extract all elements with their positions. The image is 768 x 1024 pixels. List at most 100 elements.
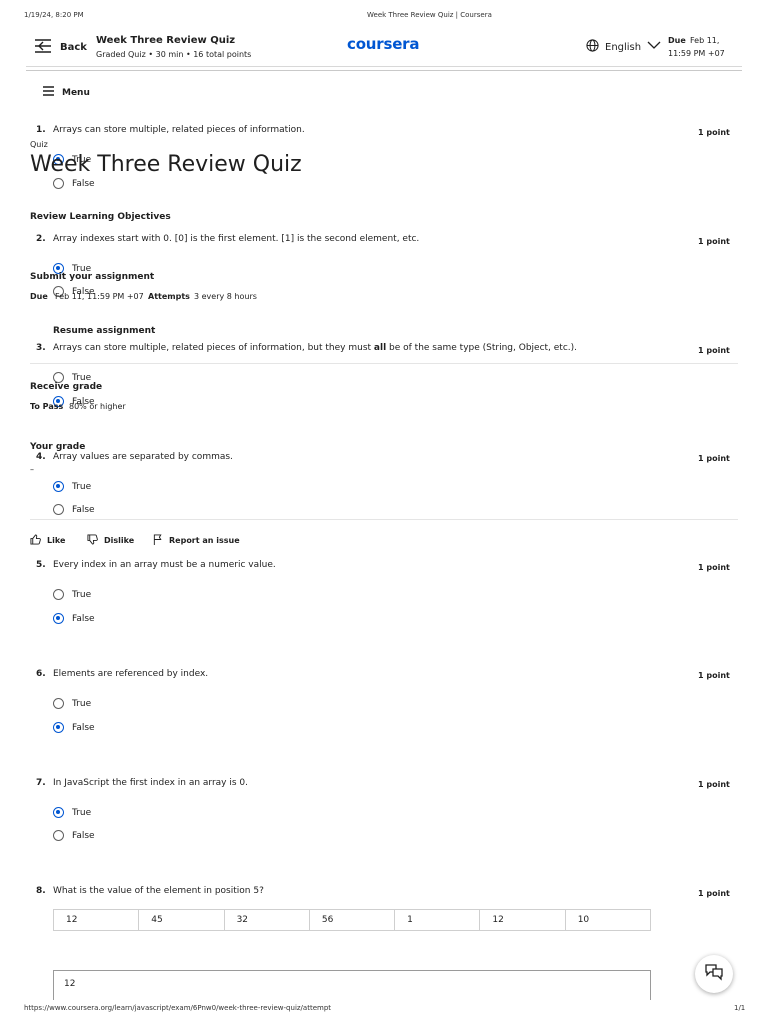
question-points: 1 point (698, 454, 730, 463)
resume-assignment-button[interactable]: Resume assignment (53, 326, 155, 336)
flag-icon (153, 534, 163, 547)
question-number: 8. (36, 886, 46, 896)
language-label: English (605, 41, 642, 53)
answer-input[interactable]: 12 (53, 970, 651, 1000)
quiz-meta: Graded Quiz • 30 min • 16 total points (96, 50, 252, 59)
print-doc-title: Week Three Review Quiz | Coursera (367, 11, 492, 19)
divider (30, 519, 738, 520)
radio-icon[interactable] (53, 504, 64, 515)
question-text: Arrays can store multiple, related piece… (53, 125, 305, 135)
option-label: False (72, 504, 95, 515)
question-text-emphasis: all (373, 343, 387, 353)
report-label: Report an issue (169, 536, 240, 545)
overlay-due-label: Due (30, 292, 48, 301)
chevron-down-icon (647, 41, 661, 53)
like-button[interactable]: Like (30, 534, 65, 547)
hamburger-icon (43, 86, 54, 99)
radio-icon[interactable] (53, 589, 64, 600)
question-number: 5. (36, 560, 46, 570)
question-points: 1 point (698, 889, 730, 898)
option-label: False (72, 830, 95, 841)
question-text: Every index in an array must be a numeri… (53, 560, 276, 570)
option-false[interactable]: False (53, 722, 95, 733)
option-true[interactable]: True (53, 589, 91, 600)
print-url: https://www.coursera.org/learn/javascrip… (24, 1004, 332, 1012)
due-date: Feb 11, (690, 36, 720, 45)
array-cell: 10 (577, 915, 590, 925)
question-text-part: Arrays can store multiple, related piece… (53, 343, 374, 353)
question-text: What is the value of the element in posi… (53, 886, 264, 896)
language-selector[interactable]: English (586, 39, 661, 55)
radio-icon[interactable] (53, 178, 64, 189)
radio-selected-icon[interactable] (53, 807, 64, 818)
dislike-button[interactable]: Dislike (87, 534, 134, 547)
quiz-heading: Week Three Review Quiz (30, 152, 302, 177)
receive-grade-heading: Receive grade (30, 382, 103, 392)
option-true[interactable]: True (53, 807, 91, 818)
quiz-kicker: Quiz (30, 140, 48, 149)
attempts-value: 3 every 8 hours (194, 292, 257, 301)
array-cell: 32 (225, 910, 310, 930)
array-cell: 45 (139, 910, 225, 930)
question-text-part: be of the same type (String, Object, etc… (386, 343, 578, 353)
array-cell: 1 (395, 910, 481, 930)
option-false[interactable]: False (53, 830, 95, 841)
review-objectives-link[interactable]: Review Learning Objectives (30, 212, 171, 222)
to-pass-value: 80% or higher (69, 402, 126, 411)
radio-selected-icon[interactable] (53, 613, 64, 624)
your-grade-heading: Your grade (30, 442, 86, 452)
array-cell: 56 (310, 910, 396, 930)
question-points: 1 point (698, 346, 730, 355)
divider (30, 363, 738, 364)
menu-label: Menu (62, 87, 90, 98)
question-points: 1 point (698, 671, 730, 680)
question-points: 1 point (698, 563, 730, 572)
header-divider-2 (26, 70, 742, 71)
option-false[interactable]: False (53, 504, 95, 515)
like-label: Like (47, 536, 66, 545)
back-button[interactable]: Back (34, 38, 87, 56)
chat-button[interactable] (695, 955, 733, 993)
print-datetime: 1/19/24, 8:20 PM (24, 11, 84, 19)
option-label: True (72, 481, 92, 492)
option-label: False (72, 722, 95, 733)
grade-value: – (30, 465, 34, 474)
attempts-label: Attempts (148, 292, 190, 301)
page-title: Week Three Review Quiz (96, 35, 236, 46)
thumbs-up-icon (30, 534, 41, 547)
dislike-label: Dislike (104, 536, 135, 545)
option-label: True (72, 807, 92, 818)
question-number: 7. (36, 778, 46, 788)
question-number: 1. (36, 125, 46, 135)
submit-heading: Submit your assignment (30, 272, 155, 282)
option-label: True (72, 698, 92, 709)
option-label: False (72, 613, 95, 624)
option-true[interactable]: True (53, 481, 91, 492)
option-label: False (72, 178, 95, 189)
question-text: Elements are referenced by index. (53, 669, 209, 679)
chat-bubble-icon (704, 963, 724, 985)
thumbs-down-icon (87, 534, 98, 547)
overlay-due-value: Feb 11, 11:59 PM +07 (55, 292, 144, 301)
radio-selected-icon[interactable] (53, 481, 64, 492)
option-false[interactable]: False (53, 178, 95, 189)
menu-button[interactable]: Menu (43, 86, 90, 99)
header-divider (26, 66, 742, 67)
coursera-logo[interactable]: coursera (347, 35, 419, 53)
option-false[interactable]: False (53, 613, 95, 624)
radio-icon[interactable] (53, 830, 64, 841)
question-text: Array values are separated by commas. (53, 452, 233, 462)
globe-icon (586, 39, 599, 55)
to-pass-label: To Pass (30, 402, 64, 411)
collapse-menu-icon (34, 38, 52, 57)
option-true[interactable]: True (53, 698, 91, 709)
question-number: 3. (36, 343, 46, 353)
question-text: Array indexes start with 0. [0] is the f… (53, 234, 420, 244)
array-cell: 12 (54, 910, 140, 930)
radio-icon[interactable] (53, 698, 64, 709)
question-number: 6. (36, 669, 46, 679)
print-page-number: 1/1 (734, 1004, 746, 1012)
report-issue-button[interactable]: Report an issue (153, 534, 240, 547)
radio-selected-icon[interactable] (53, 722, 64, 733)
question-text: Arrays can store multiple, related piece… (53, 343, 577, 353)
